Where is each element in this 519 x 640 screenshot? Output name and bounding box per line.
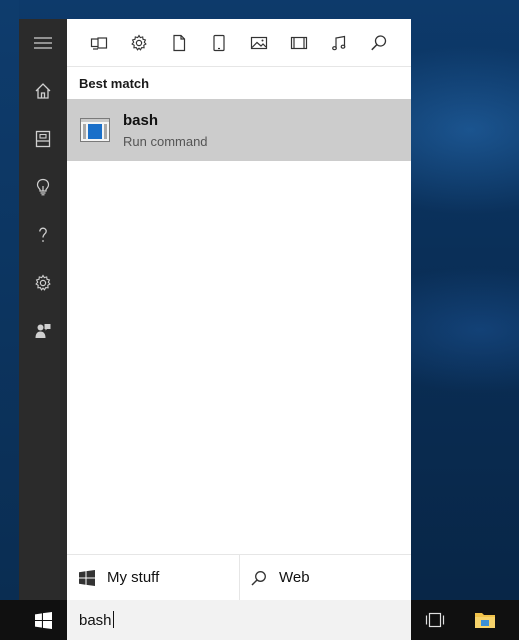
my-stuff-button[interactable]: My stuff <box>79 555 239 600</box>
terminal-window-icon <box>80 118 110 142</box>
file-explorer-button[interactable] <box>465 600 505 640</box>
search-scope-bar: My stuff Web <box>67 554 411 600</box>
lightbulb-icon <box>36 178 50 196</box>
help-button[interactable] <box>19 211 67 259</box>
taskbar-search-box[interactable]: bash <box>67 600 411 640</box>
best-match-heading: Best match <box>79 76 150 91</box>
settings-button[interactable] <box>19 259 67 307</box>
filter-videos-button[interactable] <box>287 31 311 55</box>
music-icon <box>332 35 346 51</box>
hamburger-menu-icon <box>34 37 52 49</box>
web-label: Web <box>279 569 310 586</box>
web-button[interactable]: Web <box>251 555 401 600</box>
filter-search-button[interactable] <box>367 31 391 55</box>
start-button[interactable] <box>19 600 67 640</box>
text-caret <box>112 611 114 628</box>
feedback-button[interactable] <box>19 307 67 355</box>
task-view-icon <box>425 612 445 628</box>
filter-tablet-button[interactable] <box>207 31 231 55</box>
search-input-value: bash <box>79 612 112 629</box>
my-stuff-label: My stuff <box>107 569 160 586</box>
filter-music-button[interactable] <box>327 31 351 55</box>
videos-icon <box>290 36 308 50</box>
apps-icon <box>90 37 108 50</box>
help-icon <box>39 227 47 242</box>
documents-icon <box>173 34 186 52</box>
search-icon <box>251 570 266 586</box>
windows-logo-icon <box>79 569 95 586</box>
hamburger-menu-button[interactable] <box>19 19 67 67</box>
left-rail <box>19 19 67 600</box>
task-view-button[interactable] <box>415 600 455 640</box>
desktop-edge <box>0 0 19 600</box>
search-icon <box>371 35 387 51</box>
tablet-icon <box>213 34 225 52</box>
settings-icon <box>131 34 147 51</box>
search-flyout: Best match bash Run command My stuff Web <box>19 19 411 600</box>
search-filter-bar <box>67 19 411 67</box>
filter-documents-button[interactable] <box>167 31 191 55</box>
search-input[interactable]: bash <box>79 611 114 629</box>
feedback-icon <box>35 324 51 338</box>
settings-icon <box>35 274 51 291</box>
filter-apps-button[interactable] <box>87 31 111 55</box>
result-title: bash <box>123 112 159 129</box>
reminders-button[interactable] <box>19 163 67 211</box>
scope-divider <box>239 555 240 600</box>
photos-icon <box>250 36 268 50</box>
home-button[interactable] <box>19 67 67 115</box>
filter-settings-button[interactable] <box>127 31 151 55</box>
results-pane: Best match bash Run command My stuff Web <box>67 19 411 600</box>
windows-logo-icon <box>34 611 52 629</box>
home-icon <box>35 83 51 99</box>
notebook-button[interactable] <box>19 115 67 163</box>
best-match-result[interactable]: bash Run command <box>67 99 411 161</box>
folder-icon <box>475 613 495 628</box>
taskbar: bash <box>0 600 519 640</box>
notebook-icon <box>35 130 51 148</box>
result-subtitle: Run command <box>123 134 208 149</box>
filter-photos-button[interactable] <box>247 31 271 55</box>
